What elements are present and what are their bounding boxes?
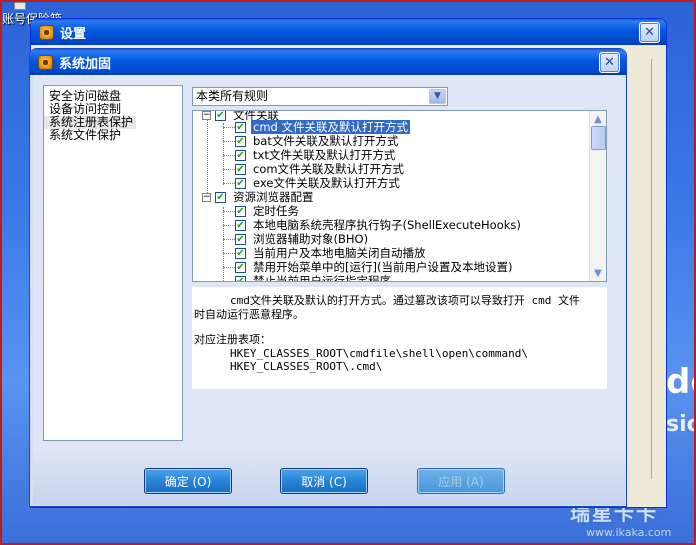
tree-item[interactable]: ✔ 禁止当前用户运行指定程序 [235, 274, 393, 282]
chevron-down-icon[interactable]: ▼ [429, 89, 446, 104]
settings-window-title: 设置 [60, 26, 87, 42]
rule-checkbox[interactable]: ✔ [235, 163, 246, 175]
tree-item-label: 禁用开始菜单中的[运行](当前用户设置及本地设置) [253, 260, 513, 274]
category-item[interactable]: 系统文件保护 [44, 129, 182, 142]
ok-button[interactable]: 确定 (O) [144, 468, 232, 494]
group-checkbox[interactable]: ✔ [215, 191, 226, 203]
rule-checkbox[interactable]: ✔ [235, 275, 246, 281]
dialog-close-button[interactable]: ✕ [599, 52, 620, 73]
settings-titlebar[interactable]: 设置 ✕ [31, 19, 666, 45]
description-text-line2: 时自动运行恶意程序。 [194, 307, 304, 321]
cancel-button[interactable]: 取消 (C) [280, 468, 368, 494]
settings-close-button[interactable]: ✕ [639, 22, 660, 43]
tree-item[interactable]: ✔ 禁用开始菜单中的[运行](当前用户设置及本地设置) [235, 260, 514, 274]
rule-description: cmd文件关联及默认的打开方式。通过篡改该项可以导致打开 cmd 文件 时自动运… [192, 287, 607, 389]
rule-checkbox[interactable]: ✔ [235, 135, 246, 147]
tree-item[interactable]: ✔ 当前用户及本地电脑关闭自动播放 [235, 246, 428, 260]
rule-filter-select[interactable]: 本类所有规则 ▼ [192, 87, 448, 106]
rule-checkbox[interactable]: ✔ [235, 219, 246, 231]
rule-checkbox[interactable]: ✔ [235, 121, 246, 133]
tree-item-label: 禁止当前用户运行指定程序 [253, 274, 391, 282]
scroll-thumb[interactable] [591, 126, 606, 150]
dialog-titlebar[interactable]: 系统加固 ✕ [30, 49, 626, 75]
tree-item-label: exe文件关联及默认打开方式 [253, 176, 400, 190]
dialog-client-area: 安全访问磁盘 设备访问控制 系统注册表保护 系统文件保护 本类所有规则 ▼ − … [33, 75, 625, 505]
dialog-title: 系统加固 [59, 56, 112, 72]
scroll-down-arrow-icon[interactable]: ▼ [590, 265, 606, 281]
tree-item-label: 本地电脑系统壳程序执行钩子(ShellExecuteHooks) [253, 218, 521, 232]
tree-item-label: txt文件关联及默认打开方式 [253, 148, 396, 162]
tree-item[interactable]: ✔ bat文件关联及默认打开方式 [235, 134, 400, 148]
registry-key: HKEY_CLASSES_ROOT\cmdfile\shell\open\com… [230, 346, 529, 360]
tree-item-label: 定时任务 [253, 204, 299, 218]
rule-checkbox[interactable]: ✔ [235, 205, 246, 217]
tree-group-explorer-config[interactable]: − ✔ 资源浏览器配置 [202, 190, 316, 204]
scroll-up-arrow-icon[interactable]: ▲ [590, 111, 606, 127]
tree-scrollbar[interactable]: ▲ ▼ [589, 111, 606, 281]
tree-item-label: 浏览器辅助对象(BHO) [253, 232, 369, 246]
os-brand-text-1: do [666, 362, 696, 402]
watermark-url: www.ikaka.com [586, 526, 672, 539]
apply-button[interactable]: 应用 (A) [417, 468, 505, 494]
rule-checkbox[interactable]: ✔ [235, 233, 246, 245]
rule-filter-value: 本类所有规则 [196, 89, 269, 103]
rule-checkbox[interactable]: ✔ [235, 177, 246, 189]
desktop-app-icon[interactable] [14, 2, 26, 10]
tree-item-label-selected: cmd 文件关联及默认打开方式 [251, 120, 410, 134]
tree-item[interactable]: ✔ 本地电脑系统壳程序执行钩子(ShellExecuteHooks) [235, 218, 523, 232]
group-checkbox[interactable]: ✔ [215, 111, 226, 121]
rule-checkbox[interactable]: ✔ [235, 261, 246, 273]
tree-item[interactable]: ✔ cmd 文件关联及默认打开方式 [235, 120, 410, 134]
rule-tree: − ✔ 文件关联 ✔ cmd 文件关联及默认打开方式 ✔ bat文件关联及默认打… [192, 110, 607, 282]
rule-checkbox[interactable]: ✔ [235, 149, 246, 161]
system-hardening-dialog: 系统加固 ✕ 安全访问磁盘 设备访问控制 系统注册表保护 系统文件保护 本类所有… [29, 48, 627, 507]
tree-item[interactable]: ✔ txt文件关联及默认打开方式 [235, 148, 397, 162]
tree-item-label: 当前用户及本地电脑关闭自动播放 [253, 246, 426, 260]
tree-item[interactable]: ✔ exe文件关联及默认打开方式 [235, 176, 402, 190]
collapse-icon[interactable]: − [202, 192, 211, 202]
category-list: 安全访问磁盘 设备访问控制 系统注册表保护 系统文件保护 [43, 85, 183, 441]
dialog-button-bar: 确定 (O) 取消 (C) 应用 (A) [33, 452, 625, 505]
rule-checkbox[interactable]: ✔ [235, 247, 246, 259]
tree-item[interactable]: ✔ 定时任务 [235, 204, 301, 218]
tree-item[interactable]: ✔ com文件关联及默认打开方式 [235, 162, 406, 176]
os-brand-text-2: sio [666, 412, 696, 437]
registry-key: HKEY_CLASSES_ROOT\.cmd\ [230, 360, 383, 373]
settings-panel-edge [651, 59, 663, 479]
tree-group-label: 资源浏览器配置 [233, 190, 314, 204]
app-logo-icon [38, 54, 53, 70]
app-logo-icon [39, 24, 54, 40]
tree-item-label: com文件关联及默认打开方式 [253, 162, 405, 176]
description-text-line1: cmd文件关联及默认的打开方式。通过篡改该项可以导致打开 cmd 文件 [230, 294, 580, 307]
collapse-icon[interactable]: − [202, 111, 211, 120]
tree-item[interactable]: ✔ 浏览器辅助对象(BHO) [235, 232, 370, 246]
tree-item-label: bat文件关联及默认打开方式 [253, 134, 399, 148]
registry-keys-title: 对应注册表项： [194, 333, 271, 346]
